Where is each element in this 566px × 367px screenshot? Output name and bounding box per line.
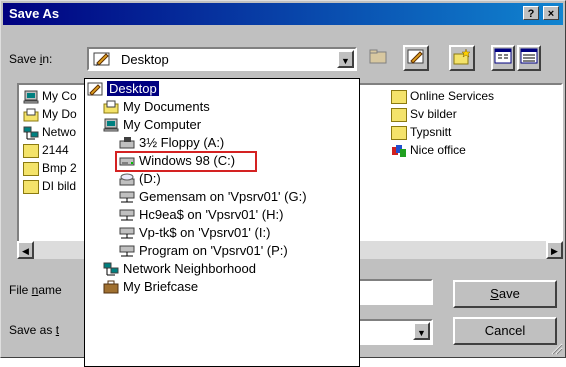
dropdown-item-floppy[interactable]: 3½ Floppy (A:): [119, 134, 224, 152]
list-item[interactable]: Online Services: [391, 89, 494, 107]
dropdown-item-network-neighborhood[interactable]: Network Neighborhood: [103, 260, 256, 278]
scroll-left-button[interactable]: ◀: [17, 241, 34, 259]
dropdown-item-my-computer[interactable]: My Computer: [103, 116, 201, 134]
my-documents-icon: [23, 108, 39, 122]
dropdown-item-label: Hc9ea$ on 'Vpsrv01' (H:): [139, 207, 284, 222]
folder-icon: [391, 107, 407, 122]
help-button[interactable]: ?: [523, 6, 539, 20]
folder-icon: [23, 143, 39, 158]
desktop-icon: [93, 52, 110, 66]
highlight-box: [115, 151, 257, 172]
dropdown-item-label: Program on 'Vpsrv01' (P:): [139, 243, 288, 258]
details-view-button[interactable]: [517, 45, 541, 71]
my-computer-icon: [103, 118, 119, 132]
dropdown-item-my-documents[interactable]: My Documents: [103, 98, 210, 116]
save-in-combo[interactable]: Desktop ▼: [87, 47, 357, 71]
dropdown-item-label: My Computer: [123, 117, 202, 132]
network-drive-icon: [119, 227, 135, 239]
floppy-icon: [119, 136, 135, 149]
briefcase-icon: [103, 280, 119, 294]
dropdown-item-label: My Documents: [123, 99, 210, 114]
list-item[interactable]: My Co: [23, 89, 77, 107]
my-documents-icon: [103, 100, 119, 114]
dropdown-item-label: Desktop: [107, 81, 159, 96]
dropdown-item-my-briefcase[interactable]: My Briefcase: [103, 278, 198, 296]
dropdown-item-label: 3½ Floppy (A:): [139, 135, 225, 150]
save-as-type-label: Save as t: [9, 323, 60, 337]
up-folder-icon: [369, 49, 387, 64]
create-new-folder-button[interactable]: [449, 45, 475, 71]
resize-grip-icon[interactable]: [551, 343, 563, 355]
dropdown-item-hc9ea-h[interactable]: Hc9ea$ on 'Vpsrv01' (H:): [119, 206, 283, 224]
up-one-level-button[interactable]: [365, 45, 391, 71]
desktop-shortcut-icon: [407, 49, 424, 64]
dropdown-item-vp-tk-i[interactable]: Vp-tk$ on 'Vpsrv01' (I:): [119, 224, 270, 242]
list-item[interactable]: My Do: [23, 107, 77, 125]
cancel-button[interactable]: Cancel: [453, 317, 557, 345]
save-in-label: Save in:: [9, 52, 53, 66]
file-name-label: File name: [9, 283, 62, 297]
list-item[interactable]: Typsnitt: [391, 125, 451, 143]
folder-icon: [391, 89, 407, 104]
folder-icon: [23, 179, 39, 194]
dropdown-item-label: My Briefcase: [123, 279, 199, 294]
list-item[interactable]: Sv bilder: [391, 107, 457, 125]
new-folder-icon: [453, 48, 471, 65]
desktop-button[interactable]: [403, 45, 429, 71]
dropdown-item-desktop[interactable]: Desktop: [87, 80, 159, 98]
close-button[interactable]: ×: [543, 6, 559, 20]
list-item[interactable]: 2144: [23, 143, 69, 161]
folder-icon: [391, 125, 407, 140]
dropdown-item-label: Vp-tk$ on 'Vpsrv01' (I:): [139, 225, 271, 240]
title-bar[interactable]: Save As ? ×: [3, 3, 563, 25]
scroll-right-button[interactable]: ▶: [546, 241, 563, 259]
folder-icon: [23, 161, 39, 176]
list-item[interactable]: Netwo: [23, 125, 76, 143]
network-icon: [103, 262, 119, 276]
dropdown-item-gemensam-g[interactable]: Gemensam on 'Vpsrv01' (G:): [119, 188, 307, 206]
network-icon: [23, 126, 39, 140]
cd-drive-icon: [119, 173, 135, 186]
save-in-value: Desktop: [121, 52, 169, 67]
dropdown-item-d[interactable]: (D:): [119, 170, 161, 188]
list-view-icon: [494, 48, 512, 64]
list-item[interactable]: DI bild: [23, 179, 76, 197]
list-item[interactable]: Nice office: [391, 143, 466, 161]
network-drive-icon: [119, 191, 135, 203]
my-computer-icon: [23, 90, 39, 104]
dropdown-item-label: (D:): [139, 171, 161, 186]
window-title: Save As: [9, 6, 60, 21]
dropdown-item-label: Gemensam on 'Vpsrv01' (G:): [139, 189, 307, 204]
nice-office-icon: [392, 144, 406, 157]
save-as-type-dropdown-arrow[interactable]: ▼: [413, 322, 430, 340]
details-view-icon: [520, 48, 538, 64]
list-view-button[interactable]: [491, 45, 515, 71]
save-button[interactable]: Save: [453, 280, 557, 308]
network-drive-icon: [119, 245, 135, 257]
save-in-dropdown-list[interactable]: Desktop My Documents My Computer 3½ Flop…: [84, 78, 360, 367]
dropdown-item-label: Network Neighborhood: [123, 261, 256, 276]
dropdown-item-program-p[interactable]: Program on 'Vpsrv01' (P:): [119, 242, 288, 260]
network-drive-icon: [119, 209, 135, 221]
desktop-icon: [87, 82, 103, 96]
list-item[interactable]: Bmp 2: [23, 161, 77, 179]
save-in-dropdown-arrow[interactable]: ▼: [337, 50, 354, 68]
